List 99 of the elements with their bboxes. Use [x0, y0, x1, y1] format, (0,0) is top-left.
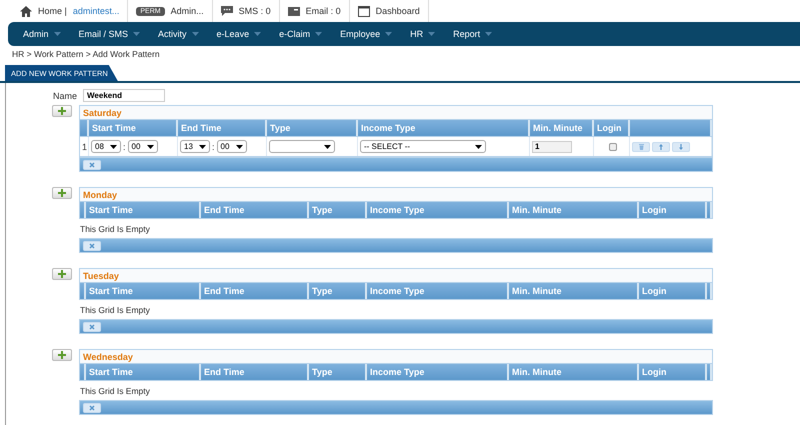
day-title: Monday: [79, 187, 713, 202]
column-header: Type: [309, 283, 367, 299]
move-up-button[interactable]: [652, 142, 670, 152]
column-header: Min. Minute: [509, 283, 639, 299]
empty-message: This Grid Is Empty: [79, 223, 151, 236]
time-separator: :: [123, 142, 126, 152]
column-header: End Time: [201, 202, 309, 218]
plus-icon: [58, 107, 66, 115]
dropdown[interactable]: 13: [180, 140, 210, 153]
caret-icon: [133, 32, 140, 36]
column-header: Login: [639, 364, 707, 380]
dashboard-link[interactable]: Dashboard: [376, 6, 420, 16]
empty-message: This Grid Is Empty: [79, 304, 151, 317]
plus-icon: [58, 189, 66, 197]
delete-row-button[interactable]: [83, 322, 101, 332]
column-header: End Time: [178, 120, 267, 136]
caret-icon: [192, 32, 199, 36]
arrow-up-icon: [659, 144, 663, 150]
role-label[interactable]: Admin...: [170, 6, 204, 16]
column-header: Type: [309, 364, 367, 380]
add-row-button[interactable]: [52, 105, 72, 117]
column-header: Income Type: [367, 283, 509, 299]
dropdown[interactable]: -- SELECT --: [360, 140, 486, 153]
close-icon: [89, 324, 95, 330]
close-icon: [89, 162, 95, 168]
column-header: Income Type: [358, 120, 530, 136]
menu-item[interactable]: e-Leave: [208, 29, 270, 39]
caret-icon: [428, 32, 436, 36]
caret-icon: [236, 144, 243, 148]
menu-item[interactable]: Activity: [149, 29, 208, 39]
delete-row-button[interactable]: [83, 240, 101, 250]
dropdown[interactable]: 00: [216, 140, 247, 153]
sms-count[interactable]: SMS : 0: [238, 6, 271, 16]
menu-item[interactable]: Employee: [331, 29, 402, 39]
envelope-icon[interactable]: [288, 6, 300, 16]
menu-item[interactable]: Report: [444, 29, 502, 39]
delete-row-button[interactable]: [83, 402, 101, 412]
menu-item[interactable]: e-Claim: [270, 29, 332, 39]
caret-icon: [315, 32, 322, 36]
column-header: Start Time: [86, 283, 201, 299]
trash-icon: [638, 144, 644, 150]
move-down-button[interactable]: [672, 142, 690, 152]
column-header: Min. Minute: [530, 120, 594, 136]
dropdown[interactable]: 08: [91, 140, 121, 153]
chat-icon[interactable]: [220, 6, 233, 16]
caret-icon: [54, 32, 61, 36]
day-title: Wednesday: [79, 349, 713, 364]
name-label: Name: [53, 90, 78, 100]
dropdown[interactable]: [269, 140, 335, 153]
plus-icon: [58, 270, 66, 278]
caret-icon: [475, 144, 482, 148]
add-row-button[interactable]: [52, 268, 72, 280]
caret-icon: [110, 144, 117, 148]
home-icon[interactable]: [20, 6, 32, 16]
home-link[interactable]: Home |: [38, 6, 67, 16]
dropdown[interactable]: 00: [128, 140, 158, 153]
window-icon[interactable]: [358, 6, 370, 16]
caret-icon: [199, 144, 206, 148]
breadcrumb: HR > Work Pattern > Add Work Pattern: [11, 48, 161, 61]
column-header: Start Time: [86, 202, 201, 218]
caret-icon: [324, 144, 331, 148]
caret-icon: [146, 144, 154, 148]
column-header: Start Time: [89, 120, 178, 136]
caret-icon: [254, 32, 262, 36]
time-separator: :: [212, 142, 215, 152]
menu-item[interactable]: Admin: [14, 29, 70, 39]
add-row-button[interactable]: [52, 349, 72, 361]
menu-item[interactable]: Email / SMS: [70, 29, 150, 39]
delete-row-button[interactable]: [83, 160, 101, 170]
empty-message: This Grid Is Empty: [79, 385, 151, 398]
column-header: End Time: [201, 283, 309, 299]
column-header: Min. Minute: [509, 202, 639, 218]
column-header: End Time: [201, 364, 309, 380]
arrow-down-icon: [679, 144, 683, 150]
row-number: 1: [80, 137, 89, 156]
day-title: Tuesday: [79, 268, 713, 283]
column-header: Login: [639, 283, 707, 299]
menu-item[interactable]: HR: [401, 29, 444, 39]
column-header: Start Time: [86, 364, 201, 380]
day-title: Saturday: [79, 105, 713, 120]
caret-icon: [485, 32, 492, 36]
add-row-button[interactable]: [52, 187, 72, 199]
column-header: Min. Minute: [509, 364, 639, 380]
name-field[interactable]: Weekend: [83, 89, 166, 102]
column-header: Income Type: [367, 364, 509, 380]
user-link[interactable]: admintest...: [72, 6, 120, 16]
close-icon: [89, 404, 95, 410]
delete-button[interactable]: [632, 142, 650, 152]
column-header: Login: [639, 202, 707, 218]
input-field[interactable]: 1: [532, 140, 572, 152]
close-icon: [89, 242, 95, 248]
column-header: Type: [309, 202, 367, 218]
checkbox[interactable]: [608, 142, 616, 150]
email-count[interactable]: Email : 0: [306, 6, 341, 16]
column-header: Income Type: [367, 202, 509, 218]
column-header: Login: [594, 120, 630, 136]
caret-icon: [385, 32, 392, 36]
plus-icon: [58, 351, 66, 359]
column-header: Type: [267, 120, 358, 136]
